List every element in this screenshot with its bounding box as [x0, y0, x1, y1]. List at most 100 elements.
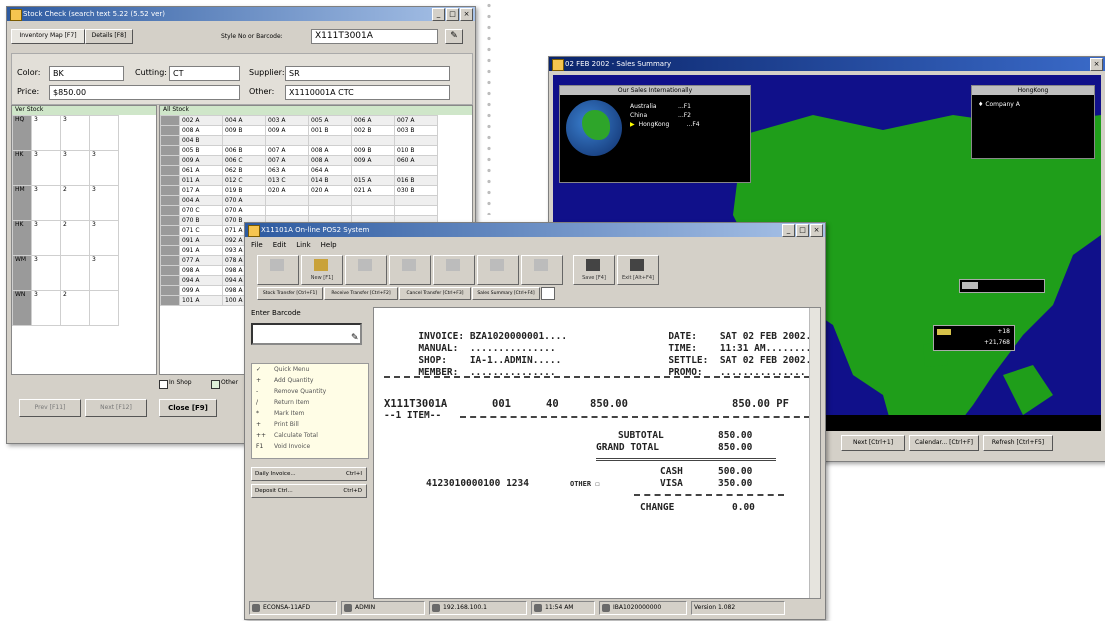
region-item[interactable]: ▶ HongKong ...F4: [630, 120, 700, 129]
pen-icon[interactable]: ✎: [351, 333, 359, 343]
side-button-shortcut: Ctrl+I: [345, 471, 362, 477]
quick-menu-item[interactable]: ++ Calculate Total: [252, 430, 368, 441]
region-item[interactable]: Australia ...F1: [630, 102, 700, 111]
status-text: 192.168.100.1: [443, 604, 487, 611]
table-row[interactable]: HK 3 3 3: [12, 150, 119, 186]
table-cell: 008 A: [179, 125, 223, 136]
sales-refresh-button[interactable]: Refresh [Ctrl+F5]: [983, 435, 1053, 451]
tab-inventory-map[interactable]: Inventory Map [F7]: [11, 29, 85, 44]
next-button[interactable]: Next [F12]: [85, 399, 147, 417]
popup-value-b: +21,768: [983, 339, 1010, 346]
quick-menu-item[interactable]: * Mark Item: [252, 408, 368, 419]
pos-window: X11101A On-line POS2 System _ □ × File Ed…: [244, 222, 826, 620]
close-button[interactable]: Close [F9]: [159, 399, 217, 417]
quick-menu-item[interactable]: ✓ Quick Menu: [252, 364, 368, 375]
table-cell: 013 C: [265, 175, 309, 186]
side-button[interactable]: Daily Invoice... Ctrl+I: [251, 467, 367, 481]
table-cell: 021 A: [351, 185, 395, 196]
region-item[interactable]: China ...F2: [630, 111, 700, 120]
transfer-button[interactable]: Sales Summary [Ctrl+F4]: [472, 287, 540, 300]
table-row[interactable]: 061 A 062 B 063 A 064 A: [160, 165, 438, 176]
menu-item-link[interactable]: Link: [296, 241, 310, 249]
menu-item-edit[interactable]: Edit: [273, 241, 287, 249]
sales-next-button[interactable]: Next [Ctrl+1]: [841, 435, 905, 451]
menu-item-file[interactable]: File: [251, 241, 263, 249]
minimize-icon[interactable]: _: [432, 8, 445, 21]
tool-icon: [358, 259, 372, 271]
table-row[interactable]: HQ 3 3: [12, 115, 119, 151]
close-icon[interactable]: ×: [810, 224, 823, 237]
table-cell: [351, 165, 395, 176]
close-icon[interactable]: ×: [460, 8, 473, 21]
other-field[interactable]: X1110001A CTC: [285, 85, 450, 100]
table-row[interactable]: 008 A 009 B 009 A 001 B 002 B 003 B: [160, 125, 438, 136]
shortcut-key: -: [256, 388, 259, 395]
user-icon: [344, 604, 352, 612]
row-header-cell: [160, 195, 180, 206]
row-header-cell: [160, 265, 180, 276]
table-row[interactable]: 011 A 012 C 013 C 014 B 015 A 016 B: [160, 175, 438, 186]
member-line: MEMBER: ...............: [384, 356, 555, 389]
table-cell: [308, 195, 352, 206]
supplier-field[interactable]: SR: [285, 66, 450, 81]
sales-calendar-button[interactable]: Calendar... [Ctrl+F]: [909, 435, 979, 451]
quick-menu-panel: ✓ Quick Menu + Add Quantity - Remove Quantity…: [251, 363, 369, 459]
maximize-icon[interactable]: □: [796, 224, 809, 237]
color-field[interactable]: BK: [49, 66, 124, 81]
table-cell: 009 B: [351, 145, 395, 156]
table-row[interactable]: 002 A 004 A 003 A 005 A 006 A 007 A: [160, 115, 438, 126]
help-icon[interactable]: [541, 287, 555, 300]
table-cell: 3: [31, 290, 61, 326]
menu-item-help[interactable]: Help: [321, 241, 337, 249]
table-row[interactable]: WN 3 2: [12, 290, 119, 326]
table-cell: 006 B: [222, 145, 266, 156]
other-checkbox[interactable]: [211, 380, 220, 389]
quick-menu-item[interactable]: - Remove Quantity: [252, 386, 368, 397]
row-header-cell: [160, 205, 180, 216]
table-cell: 3: [89, 220, 119, 256]
inshop-checkbox[interactable]: [159, 380, 168, 389]
transfer-button[interactable]: Stock Transfer [Ctrl+F1]: [257, 287, 323, 300]
table-row[interactable]: HM 3 2 3: [12, 185, 119, 221]
table-row[interactable]: WM 3 3: [12, 255, 119, 291]
table-cell: [60, 255, 90, 291]
close-icon[interactable]: ×: [1090, 58, 1103, 71]
table-row[interactable]: 009 A 006 C 007 A 008 A 009 A 060 A: [160, 155, 438, 166]
table-row[interactable]: 070 C 070 A: [160, 205, 438, 216]
quick-menu-item[interactable]: + Add Quantity: [252, 375, 368, 386]
row-header-cell: [160, 115, 180, 126]
price-field[interactable]: $850.00: [49, 85, 240, 100]
row-header-cell: HK: [12, 220, 32, 256]
table-row[interactable]: 005 B 006 B 007 A 008 A 009 B 010 B: [160, 145, 438, 156]
receipt-scrollbar[interactable]: [809, 308, 820, 598]
table-cell: 3: [60, 115, 90, 151]
transfer-button[interactable]: Receive Transfer [Ctrl+F2]: [324, 287, 398, 300]
row-header-cell: [160, 215, 180, 226]
cutting-field[interactable]: CT: [169, 66, 240, 81]
table-row[interactable]: 017 A 019 B 020 A 020 A 021 A 030 B: [160, 185, 438, 196]
scan-button[interactable]: ✎: [445, 29, 463, 44]
table-row[interactable]: 004 A 070 A: [160, 195, 438, 206]
row-header-cell: [160, 295, 180, 306]
table-cell: 2: [60, 290, 90, 326]
table-cell: 006 A: [351, 115, 395, 126]
dotted-separator: [486, 0, 492, 215]
side-button[interactable]: Deposit Ctrl... Ctrl+D: [251, 484, 367, 498]
transfer-button[interactable]: Cancel Transfer [Ctrl+F3]: [399, 287, 471, 300]
quick-menu-item[interactable]: F1 Void Invoice: [252, 441, 368, 452]
barcode-input[interactable]: X111T3001A: [311, 29, 438, 44]
quick-menu-item[interactable]: + Print Bill: [252, 419, 368, 430]
table-row[interactable]: HK 3 2 3: [12, 220, 119, 256]
app-icon: [552, 59, 564, 71]
supplier-label: Supplier:: [249, 68, 285, 77]
maximize-icon[interactable]: □: [446, 8, 459, 21]
status-text: IBA1020000000: [613, 604, 662, 611]
bullet-icon: ♦: [978, 101, 984, 108]
enter-barcode-input[interactable]: [251, 323, 362, 345]
tab-details[interactable]: Details [F8]: [85, 29, 133, 44]
company-list-item[interactable]: ♦ Company A: [972, 95, 1094, 108]
prev-button[interactable]: Prev [F11]: [19, 399, 81, 417]
table-row[interactable]: 004 B: [160, 135, 438, 146]
quick-menu-item[interactable]: / Return Item: [252, 397, 368, 408]
minimize-icon[interactable]: _: [782, 224, 795, 237]
